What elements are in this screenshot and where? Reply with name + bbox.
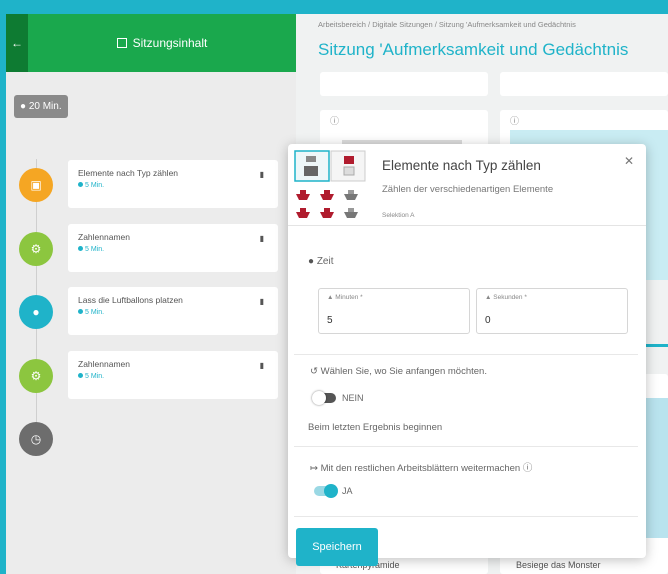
clock-icon: ● (20, 101, 27, 112)
info-icon[interactable]: ⓘ (510, 114, 519, 127)
timeline-item-title: Zahlennamen (78, 232, 130, 242)
timeline-item-duration: 5 Min. (78, 373, 268, 380)
timeline-item-duration: 5 Min. (78, 182, 268, 189)
clock-icon[interactable]: ◷ (19, 422, 53, 456)
timeline-item[interactable]: Zahlennamen 5 Min. ▮ (68, 224, 278, 272)
trash-icon[interactable]: ▮ (260, 234, 264, 243)
calendar-icon[interactable]: ▣ (19, 168, 53, 202)
toggle-knob (312, 391, 326, 405)
start-hint: Beim letzten Ergebnis beginnen (308, 422, 443, 433)
continue-label: ↦ Mit den restlichen Arbeitsblättern wei… (310, 463, 533, 474)
activity-thumbnail (294, 150, 366, 220)
divider (294, 516, 638, 517)
minutes-value[interactable]: 5 (327, 315, 333, 326)
save-button[interactable]: Speichern (296, 528, 378, 566)
gears-icon[interactable]: ⚙ (19, 232, 53, 266)
start-toggle-label: NEIN (342, 393, 364, 403)
seconds-field[interactable]: ▲ Sekunden * 0 (476, 288, 628, 334)
content-list-icon (116, 38, 127, 48)
history-icon: ↺ (310, 366, 318, 377)
gears-icon[interactable]: ⚙ (19, 359, 53, 393)
timeline-item[interactable]: Lass die Luftballons platzen 5 Min. ▮ (68, 287, 278, 335)
divider (294, 446, 638, 447)
divider (646, 344, 668, 347)
help-icon[interactable]: ⓘ (523, 463, 533, 474)
arrow-right-icon: ↦ (310, 463, 318, 474)
trash-icon[interactable]: ▮ (260, 170, 264, 179)
trash-icon[interactable]: ▮ (260, 361, 264, 370)
breadcrumb[interactable]: Arbeitsbereich / Digitale Sitzungen / Si… (318, 20, 576, 29)
minutes-field-label: ▲ Minuten * (327, 294, 363, 301)
arrow-left-icon: ← (11, 36, 23, 50)
session-sidebar: ← Sitzungsinhalt ● 20 Min. ▣ Elemente na… (6, 14, 296, 574)
selection-label: Selektion A (382, 212, 415, 219)
back-button[interactable]: ← (6, 14, 28, 72)
continue-toggle-label: JA (342, 486, 353, 496)
toggle-knob (324, 484, 338, 498)
clock-icon: ● (308, 256, 315, 267)
start-question: ↺ Wählen Sie, wo Sie anfangen möchten. (310, 366, 487, 377)
timeline-item-title: Elemente nach Typ zählen (78, 168, 179, 178)
trash-icon[interactable]: ▮ (260, 297, 264, 306)
user-icon: ▲ (327, 294, 334, 301)
info-icon[interactable]: ⓘ (330, 114, 339, 127)
activity-card[interactable] (500, 72, 668, 96)
activity-settings-modal: Elemente nach Typ zählen Zählen der vers… (288, 144, 646, 566)
gamepad-icon[interactable]: ● (19, 295, 53, 329)
user-icon: ▲ (485, 294, 492, 301)
seconds-value[interactable]: 0 (485, 315, 491, 326)
close-icon[interactable]: ✕ (624, 154, 634, 168)
modal-subtitle: Zählen der verschiedenartigen Elemente (382, 184, 554, 195)
continue-toggle[interactable] (314, 484, 338, 498)
modal-header: Elemente nach Typ zählen Zählen der vers… (288, 144, 646, 226)
timeline-item-title: Lass die Luftballons platzen (78, 295, 183, 305)
sidebar-title: Sitzungsinhalt (28, 36, 296, 50)
activity-card[interactable] (320, 72, 488, 96)
minutes-field[interactable]: ▲ Minuten * 5 (318, 288, 470, 334)
timeline-item[interactable]: Zahlennamen 5 Min. ▮ (68, 351, 278, 399)
seconds-field-label: ▲ Sekunden * (485, 294, 527, 301)
time-section-label: ● Zeit (308, 256, 334, 267)
timeline-item-title: Zahlennamen (78, 359, 130, 369)
timeline-item-duration: 5 Min. (78, 246, 268, 253)
app-window: ← Sitzungsinhalt ● 20 Min. ▣ Elemente na… (6, 14, 668, 574)
divider (294, 354, 638, 355)
start-toggle[interactable] (312, 391, 336, 405)
card-label: Besiege das Monster (516, 560, 601, 570)
page-title: Sitzung 'Aufmerksamkeit und Gedächtnis (318, 40, 629, 59)
duration-badge: ● 20 Min. (14, 95, 68, 118)
modal-title: Elemente nach Typ zählen (382, 158, 541, 173)
sidebar-header: ← Sitzungsinhalt (6, 14, 296, 72)
timeline-item[interactable]: Elemente nach Typ zählen 5 Min. ▮ (68, 160, 278, 208)
timeline-item-duration: 5 Min. (78, 309, 268, 316)
